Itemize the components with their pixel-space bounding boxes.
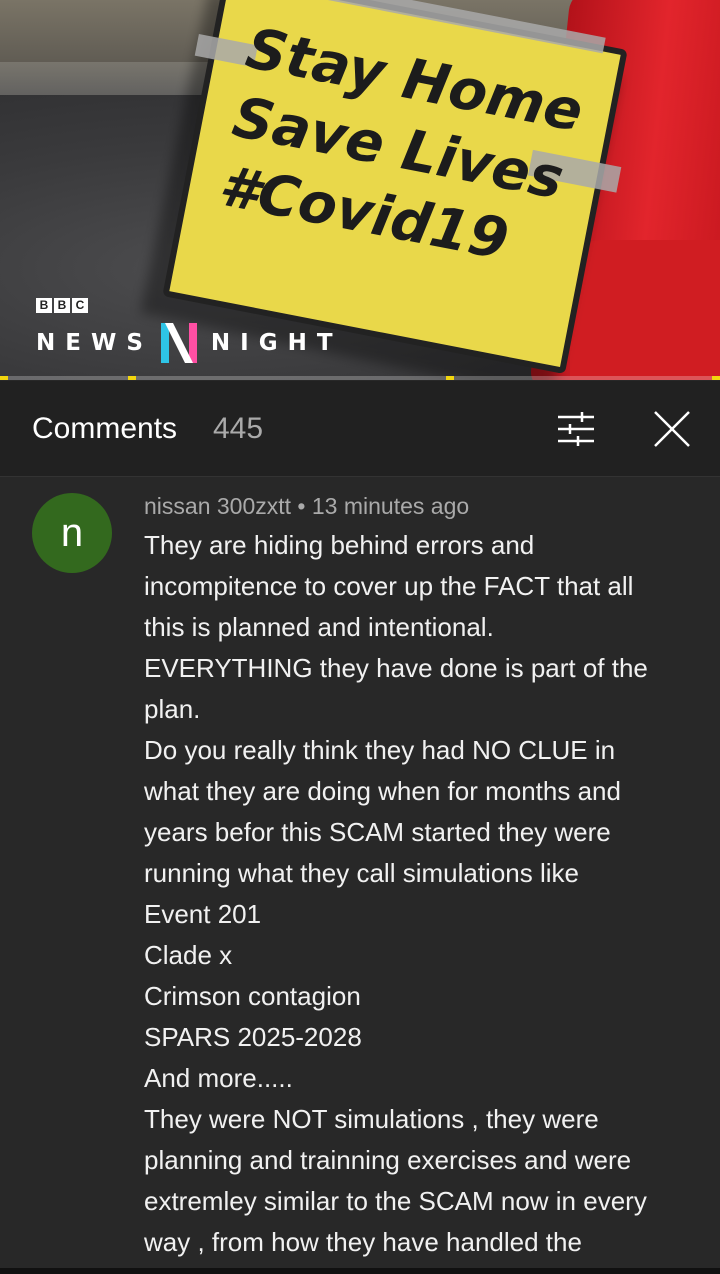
comment-line: EVERYTHING they have done is part of the [144,653,648,683]
comments-count: 445 [213,412,264,445]
chapter-marker [128,376,136,380]
comment-line: incompitence to cover up the FACT that a… [144,571,634,601]
close-icon[interactable] [652,409,692,449]
video-progress-bar[interactable] [0,376,720,380]
chapter-marker [0,376,8,380]
bottom-edge [0,1268,720,1274]
comment-line: planning and trainning exercises and wer… [144,1145,632,1175]
bbc-letter: B [54,298,70,313]
comment-line: They were NOT simulations , they were [144,1104,599,1134]
comment-line: Crimson contagion [144,981,361,1011]
brand-night: NIGHT [210,330,343,356]
video-player[interactable]: Stay Home Save Lives #Covid19 B B C NEWS… [0,0,720,380]
comment-meta: nissan 300zxtt • 13 minutes ago [144,493,469,520]
chapter-marker [446,376,454,380]
comment-line: Event 201 [144,899,262,929]
comment-line: Clade x [144,940,233,970]
newsnight-logo: B B C NEWS NIGHT [36,298,343,367]
avatar-letter: n [60,510,84,555]
comment-line: this is planned and intentional. [144,612,494,642]
comments-header: Comments 445 [0,381,720,477]
bbc-letter: C [72,298,88,313]
comment-body: They are hiding behind errors and incomp… [144,525,704,1263]
comment-line: And more..... [144,1063,293,1093]
sort-filter-icon[interactable] [556,411,596,447]
sign-text: Stay Home Save Lives #Covid19 [214,14,589,285]
avatar[interactable]: n [32,493,112,573]
comment-time: 13 minutes ago [311,493,470,519]
newsnight-n-icon [160,323,197,363]
bbc-letter: B [36,298,52,313]
comment-line: plan. [144,694,201,724]
comment-line: way , from how they have handled the [144,1227,582,1257]
comment-line: running what they call simulations like [144,858,579,888]
meta-separator: • [297,493,306,519]
comment-line: Do you really think they had NO CLUE in [144,735,616,765]
comment-line: extremley similar to the SCAM now in eve… [144,1186,647,1216]
comment-line: They are hiding behind errors and [144,530,535,560]
brand-news: NEWS [36,330,153,356]
comment-line: years befor this SCAM started they were [144,817,611,847]
red-barrier-foot [570,240,720,380]
comments-title: Comments [32,412,178,445]
comment-author[interactable]: nissan 300zxtt [144,493,291,519]
chapter-marker [712,376,720,380]
comment-item: n nissan 300zxtt • 13 minutes ago They a… [0,477,720,1274]
bbc-logo: B B C [36,298,343,313]
comment-line: SPARS 2025-2028 [144,1022,362,1052]
comment-line: what they are doing when for months and [144,776,621,806]
